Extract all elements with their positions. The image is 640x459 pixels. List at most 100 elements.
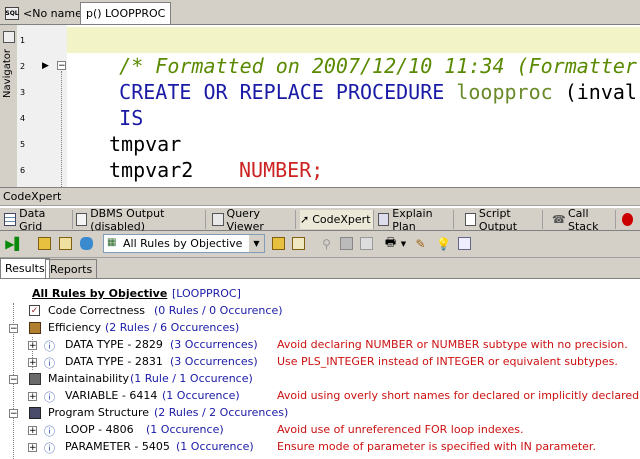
code-variable: tmpvar2 bbox=[109, 158, 194, 182]
tab-label: Explain Plan bbox=[392, 206, 433, 233]
query-icon bbox=[212, 213, 224, 226]
tree-rule-row[interactable]: + ⓘ LOOP - 4806 (1 Occurence) Avoid use … bbox=[0, 423, 640, 440]
tab-label: Query Viewer bbox=[226, 206, 264, 233]
tree-row-label: Efficiency bbox=[48, 321, 101, 334]
line-number: 4 bbox=[20, 114, 26, 123]
tree-row-count: (3 Occurrences) bbox=[170, 355, 258, 368]
report-icon bbox=[458, 237, 471, 250]
tree-row-count: (1 Rule / 1 Occurence) bbox=[130, 372, 253, 385]
tab-more[interactable] bbox=[622, 210, 640, 229]
line-number: 3 bbox=[20, 88, 26, 97]
code-text: (inval bbox=[564, 80, 637, 104]
tree-rule-row[interactable]: + ⓘ DATA TYPE - 2829 (3 Occurrences) Avo… bbox=[0, 338, 640, 355]
line-number-gutter: 1 2 3 4 5 6 ▶ − bbox=[17, 25, 67, 187]
tree-root-label: All Rules by Objective bbox=[32, 287, 168, 300]
expand-toggle-icon[interactable]: + bbox=[28, 341, 37, 351]
print-button[interactable]: 🖶 bbox=[382, 235, 399, 252]
tree-row-label: DATA TYPE - 2829 bbox=[65, 338, 163, 351]
highlight-button[interactable]: ✎ bbox=[412, 235, 429, 252]
hint-button[interactable]: 💡 bbox=[435, 235, 452, 252]
tab-results[interactable]: Results bbox=[0, 258, 50, 278]
tab-query-viewer[interactable]: Query Viewer bbox=[212, 207, 296, 233]
copy-button[interactable] bbox=[358, 235, 375, 252]
code-line-2: CREATE OR REPLACE PROCEDURE loopproc (in… bbox=[71, 53, 637, 131]
navigator-strip[interactable]: Navigator bbox=[0, 25, 18, 187]
collapse-toggle-icon[interactable]: − bbox=[9, 375, 18, 385]
rule-set-select[interactable]: ▦ All Rules by Objective ▼ bbox=[103, 234, 265, 253]
tab-loopproc[interactable]: p() LOOPPROC bbox=[80, 2, 172, 24]
rule-message: Avoid declaring NUMBER or NUMBER subtype… bbox=[277, 338, 628, 351]
tree-category-row[interactable]: − Maintainability (1 Rule / 1 Occurence) bbox=[0, 372, 640, 389]
code-variable: tmpvar bbox=[109, 132, 182, 156]
code-keyword: IS bbox=[119, 106, 144, 130]
tab-data-grid[interactable]: Data Grid bbox=[4, 207, 73, 233]
tab-codexpert[interactable]: ➚ CodeXpert bbox=[300, 210, 374, 229]
collapse-toggle-icon[interactable]: − bbox=[9, 324, 18, 334]
database-button[interactable] bbox=[78, 235, 95, 252]
edit-rules-button[interactable] bbox=[290, 235, 307, 252]
tree-category-row[interactable]: − Efficiency (2 Rules / 6 Occurences) bbox=[0, 321, 640, 338]
tree-row-label: VARIABLE - 6414 bbox=[65, 389, 158, 402]
disk-icon bbox=[340, 237, 353, 250]
clipboard-icon bbox=[38, 237, 51, 250]
cursor-icon: ➚ bbox=[300, 213, 310, 226]
tree-row-count: (0 Rules / 0 Occurence) bbox=[154, 304, 283, 317]
report-button[interactable] bbox=[456, 235, 473, 252]
tree-category-row[interactable]: − Program Structure (2 Rules / 2 Occuren… bbox=[0, 406, 640, 423]
database-icon bbox=[80, 237, 93, 250]
save-button[interactable] bbox=[338, 235, 355, 252]
tab-label: Script Output bbox=[478, 206, 518, 233]
tab-call-stack[interactable]: ☎ Call Stack bbox=[552, 207, 616, 233]
tab-dbms-output[interactable]: DBMS Output (disabled) bbox=[76, 207, 206, 233]
tab-explain-plan[interactable]: Explain Plan bbox=[378, 207, 454, 233]
rule-message: Avoid using overly short names for decla… bbox=[277, 389, 640, 402]
run-button[interactable]: ▶▌ bbox=[5, 235, 23, 252]
expand-toggle-icon[interactable]: + bbox=[28, 392, 37, 402]
chevron-down-icon: ▼ bbox=[400, 239, 407, 248]
tree-rule-row[interactable]: + ⓘ PARAMETER - 5405 (1 Occurence) Ensur… bbox=[0, 440, 640, 457]
panel-title-bar: CodeXpert bbox=[0, 187, 640, 206]
info-icon: ⓘ bbox=[44, 340, 55, 353]
expand-toggle-icon[interactable]: + bbox=[28, 443, 37, 453]
fold-line bbox=[61, 71, 62, 187]
tree-row-count: (1 Occurence) bbox=[176, 440, 254, 453]
grid-icon bbox=[4, 213, 17, 226]
rule-message: Ensure mode of parameter is specified wi… bbox=[277, 440, 596, 453]
info-icon: ⓘ bbox=[44, 391, 55, 404]
sql-file-icon: SQL bbox=[5, 6, 19, 20]
tree-rule-row[interactable]: + ⓘ VARIABLE - 6414 (1 Occurence) Avoid … bbox=[0, 389, 640, 406]
load-rules-button[interactable] bbox=[270, 235, 287, 252]
plan-icon bbox=[378, 213, 390, 226]
expand-toggle-icon[interactable]: + bbox=[28, 358, 37, 368]
tree-category-row[interactable]: ✓ Code Correctness (0 Rules / 0 Occurenc… bbox=[0, 304, 640, 321]
line-number: 5 bbox=[20, 140, 26, 149]
collapse-toggle-icon[interactable]: − bbox=[9, 409, 18, 419]
tab-script-output[interactable]: Script Output bbox=[465, 207, 543, 233]
tab-reports[interactable]: Reports bbox=[45, 259, 98, 278]
line-number: 1 bbox=[20, 36, 26, 45]
navigator-icon[interactable] bbox=[3, 31, 15, 43]
magnifier-icon: ⚲ bbox=[322, 236, 331, 251]
navigator-label[interactable]: Navigator bbox=[2, 49, 13, 98]
results-tree[interactable]: All Rules by Objective [LOOPPROC] ✓ Code… bbox=[0, 278, 640, 459]
tree-rule-row[interactable]: + ⓘ DATA TYPE - 2831 (3 Occurrences) Use… bbox=[0, 355, 640, 372]
output-tab-bar: Data Grid DBMS Output (disabled) Query V… bbox=[0, 207, 640, 233]
output-icon bbox=[76, 213, 88, 226]
folder-icon bbox=[272, 237, 285, 250]
code-editor[interactable]: Navigator 1 2 3 4 5 6 ▶ − /* Formatted o… bbox=[0, 25, 640, 187]
print-dropdown[interactable]: ▼ bbox=[399, 235, 408, 252]
results-tab-bar: Results Reports bbox=[0, 258, 640, 278]
tab-label: Results bbox=[5, 262, 45, 275]
tree-root[interactable]: All Rules by Objective [LOOPPROC] bbox=[0, 287, 640, 304]
tree-row-count: (2 Rules / 6 Occurences) bbox=[105, 321, 240, 334]
expand-toggle-icon[interactable]: + bbox=[28, 426, 37, 436]
printer-icon: 🖶 bbox=[384, 235, 397, 249]
code-line-6: total NUMBER; bbox=[71, 157, 169, 187]
sql-button[interactable] bbox=[57, 235, 74, 252]
chevron-down-icon[interactable]: ▼ bbox=[249, 235, 264, 252]
rules-icon: ▦ bbox=[107, 237, 117, 248]
find-button[interactable]: ⚲ bbox=[318, 235, 335, 252]
rules-button[interactable] bbox=[36, 235, 53, 252]
script-icon bbox=[465, 213, 476, 226]
collapse-toggle-icon[interactable]: − bbox=[57, 61, 66, 71]
